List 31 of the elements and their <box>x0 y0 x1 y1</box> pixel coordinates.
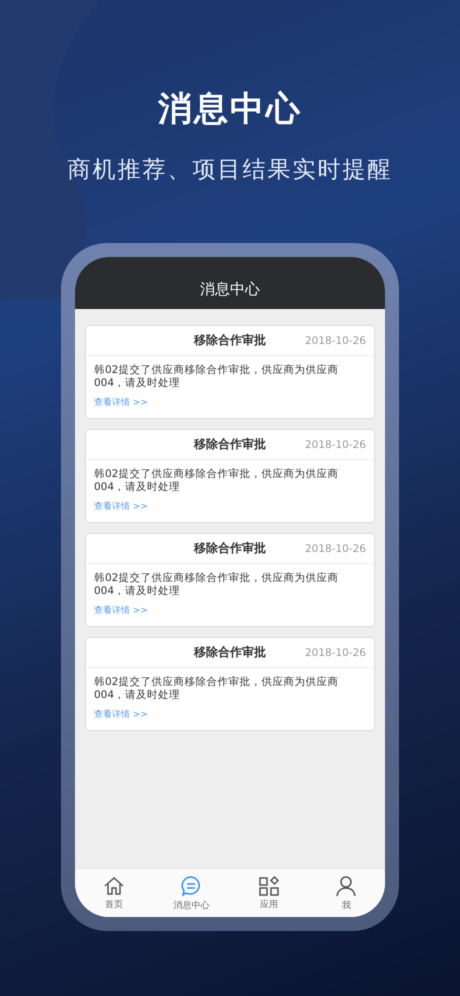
message-date: 2018-10-26 <box>304 646 366 658</box>
tab[interactable]: 我 <box>308 869 385 917</box>
details-link[interactable]: 查看详情 >> <box>94 604 148 617</box>
message-date: 2018-10-26 <box>304 334 366 346</box>
message-card[interactable]: 移除合作审批 2018-10-26 韩02提交了供应商移除合作审批，供应商为供应商004，请及时处理 查看详情 >> <box>85 429 375 523</box>
tab[interactable]: 首页 <box>75 869 152 917</box>
message-text: 韩02提交了供应商移除合作审批，供应商为供应商004，请及时处理 <box>94 676 340 702</box>
person-icon <box>336 874 356 896</box>
details-link[interactable]: 查看详情 >> <box>94 396 148 409</box>
subtitle: 商机推荐、项目结果实时提醒 <box>68 156 392 185</box>
home-icon <box>102 876 125 896</box>
message-card[interactable]: 移除合作审批 2018-10-26 韩02提交了供应商移除合作审批，供应商为供应商004，请及时处理 查看详情 >> <box>85 325 375 419</box>
message-card[interactable]: 移除合作审批 2018-10-26 韩02提交了供应商移除合作审批，供应商为供应商004，请及时处理 查看详情 >> <box>85 533 375 627</box>
tab[interactable]: 应用 <box>230 869 308 917</box>
message-text: 韩02提交了供应商移除合作审批，供应商为供应商004，请及时处理 <box>94 468 340 494</box>
message-title: 移除合作审批 <box>194 332 266 349</box>
message-text: 韩02提交了供应商移除合作审批，供应商为供应商004，请及时处理 <box>94 572 340 598</box>
headline: 消息中心 <box>158 88 302 131</box>
screen-title: 消息中心 <box>200 280 260 298</box>
apps-grid-icon <box>258 876 279 896</box>
message-title: 移除合作审批 <box>194 644 266 661</box>
message-title: 移除合作审批 <box>194 540 266 557</box>
message-text: 韩02提交了供应商移除合作审批，供应商为供应商004，请及时处理 <box>94 364 340 390</box>
tab[interactable]: 消息中心 <box>152 869 230 917</box>
message-title: 移除合作审批 <box>194 436 266 453</box>
message-date: 2018-10-26 <box>304 438 366 450</box>
message-card[interactable]: 移除合作审批 2018-10-26 韩02提交了供应商移除合作审批，供应商为供应商004，请及时处理 查看详情 >> <box>85 637 375 731</box>
chat-bubble-icon <box>180 874 202 896</box>
message-date: 2018-10-26 <box>304 542 366 554</box>
details-link[interactable]: 查看详情 >> <box>94 500 148 513</box>
details-link[interactable]: 查看详情 >> <box>94 708 148 721</box>
